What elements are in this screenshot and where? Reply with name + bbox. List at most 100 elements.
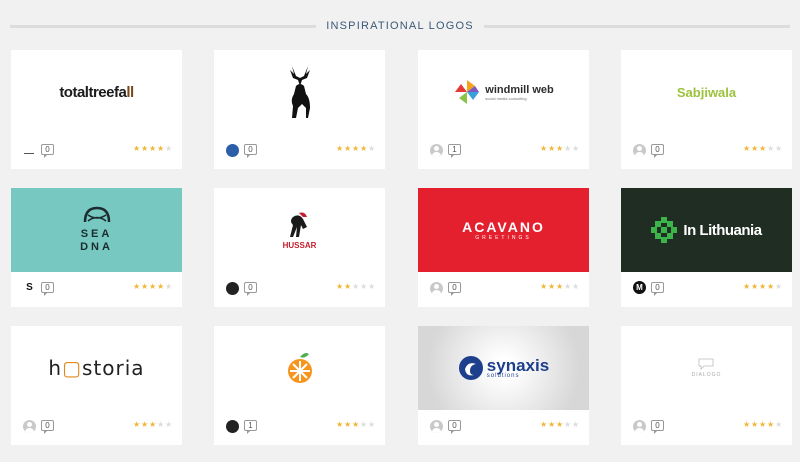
star-icon: ★: [344, 282, 352, 291]
comment-count[interactable]: 0: [448, 282, 461, 296]
logo-card[interactable]: SEA DNA S 0 ★ ★ ★ ★ ★: [11, 188, 182, 307]
star-icon: ★: [548, 420, 556, 429]
comment-count[interactable]: 0: [651, 282, 664, 296]
star-icon: ★: [775, 420, 783, 429]
logo-wordmark: windmill web social media consulting: [453, 78, 554, 106]
logo-thumbnail[interactable]: totaltreefall: [11, 50, 182, 134]
author-avatar[interactable]: [23, 144, 36, 157]
author-avatar[interactable]: [226, 420, 239, 433]
star-icon: ★: [775, 282, 783, 291]
star-rating: ★ ★ ★ ★ ★: [540, 421, 579, 430]
star-icon: ★: [743, 282, 751, 291]
logo-thumbnail[interactable]: [214, 326, 385, 410]
card-meta: 1 ★ ★ ★ ★ ★: [418, 134, 589, 169]
logo-card[interactable]: Sabjiwala 0 ★ ★ ★ ★ ★: [621, 50, 792, 169]
star-icon: ★: [775, 144, 783, 153]
star-icon: ★: [352, 420, 360, 429]
author-avatar[interactable]: [430, 144, 443, 157]
logo-card[interactable]: totaltreefall 0 ★ ★ ★ ★ ★: [11, 50, 182, 169]
author-avatar[interactable]: [23, 420, 36, 433]
header-rule-right: [483, 24, 790, 28]
section-title: INSPIRATIONAL LOGOS: [326, 20, 474, 32]
logo-wordmark: totaltreefall: [59, 83, 134, 101]
logo-thumbnail[interactable]: DIALOGO: [621, 326, 792, 410]
comment-count[interactable]: 1: [244, 420, 257, 434]
star-icon: ★: [540, 282, 548, 291]
star-rating: ★ ★ ★ ★ ★: [743, 283, 782, 292]
logo-card[interactable]: 0 ★ ★ ★ ★ ★: [214, 50, 385, 169]
logo-card[interactable]: In Lithuania M 0 ★ ★ ★ ★ ★: [621, 188, 792, 307]
comment-count[interactable]: 0: [41, 282, 54, 296]
author-avatar[interactable]: [430, 420, 443, 433]
card-meta: 0 ★ ★ ★ ★ ★: [214, 134, 385, 169]
logo-thumbnail[interactable]: synaxis solutions: [418, 326, 589, 410]
star-icon: ★: [556, 144, 564, 153]
swirl-icon: [458, 356, 483, 380]
star-rating: ★ ★ ★ ★ ★: [540, 283, 579, 292]
logo-card[interactable]: DIALOGO 0 ★ ★ ★ ★ ★: [621, 326, 792, 445]
star-icon: ★: [141, 282, 149, 291]
star-icon: ★: [165, 420, 173, 429]
star-icon: ★: [336, 420, 344, 429]
star-icon: ★: [548, 282, 556, 291]
comment-count[interactable]: 0: [244, 282, 257, 296]
logo-thumbnail[interactable]: windmill web social media consulting: [418, 50, 589, 134]
star-icon: ★: [336, 282, 344, 291]
deer-icon: [289, 66, 310, 118]
logo-wordmark: synaxis solutions: [458, 355, 549, 381]
author-avatar[interactable]: [633, 420, 646, 433]
author-avatar[interactable]: [633, 144, 646, 157]
logo-card[interactable]: h▢storia 0 ★ ★ ★ ★ ★: [11, 326, 182, 445]
logo-wordmark: Sabjiwala: [676, 84, 737, 100]
logo-thumbnail[interactable]: HUSSAR: [214, 188, 385, 272]
star-rating: ★ ★ ★ ★ ★: [336, 145, 375, 154]
author-avatar[interactable]: [226, 144, 239, 157]
star-icon: ★: [368, 420, 376, 429]
card-meta: 0 ★ ★ ★ ★ ★: [214, 272, 385, 307]
logo-wordmark: h▢storia: [48, 356, 145, 380]
logo-thumbnail[interactable]: h▢storia: [11, 326, 182, 410]
comment-count[interactable]: 1: [448, 144, 461, 158]
logo-card[interactable]: ACAVANO GREETINGS 0 ★ ★ ★ ★ ★: [418, 188, 589, 307]
card-meta: 0 ★ ★ ★ ★ ★: [11, 410, 182, 445]
logo-card[interactable]: HUSSAR 0 ★ ★ ★ ★ ★: [214, 188, 385, 307]
star-icon: ★: [165, 144, 173, 153]
logo-card[interactable]: windmill web social media consulting 1 ★…: [418, 50, 589, 169]
logo-thumbnail[interactable]: In Lithuania: [621, 188, 792, 272]
logo-thumbnail[interactable]: Sabjiwala: [621, 50, 792, 134]
star-icon: ★: [743, 144, 751, 153]
comment-count[interactable]: 0: [448, 420, 461, 434]
star-icon: ★: [157, 420, 165, 429]
author-avatar[interactable]: S: [23, 281, 36, 294]
star-icon: ★: [133, 144, 141, 153]
logo-card[interactable]: 1 ★ ★ ★ ★ ★: [214, 326, 385, 445]
windmill-icon: [455, 80, 480, 104]
logo-card[interactable]: synaxis solutions 0 ★ ★ ★ ★ ★: [418, 326, 589, 445]
card-meta: 0 ★ ★ ★ ★ ★: [11, 134, 182, 169]
star-icon: ★: [767, 420, 775, 429]
star-icon: ★: [133, 282, 141, 291]
comment-count[interactable]: 0: [244, 144, 257, 158]
author-avatar[interactable]: [226, 282, 239, 295]
comment-count[interactable]: 0: [651, 420, 664, 434]
star-icon: ★: [572, 282, 580, 291]
star-icon: ★: [141, 420, 149, 429]
comment-count[interactable]: 0: [41, 420, 54, 434]
star-icon: ★: [149, 282, 157, 291]
logo-wordmark: HUSSAR: [283, 211, 316, 250]
star-icon: ★: [767, 144, 775, 153]
card-meta: 0 ★ ★ ★ ★ ★: [621, 134, 792, 169]
logo-wordmark: In Lithuania: [651, 217, 762, 243]
comment-count[interactable]: 0: [41, 144, 54, 158]
author-avatar[interactable]: [430, 282, 443, 295]
comment-count[interactable]: 0: [651, 144, 664, 158]
logo-thumbnail[interactable]: SEA DNA: [11, 188, 182, 272]
logo-thumbnail[interactable]: [214, 50, 385, 134]
author-avatar[interactable]: M: [633, 281, 646, 294]
star-icon: ★: [360, 144, 368, 153]
star-icon: ★: [336, 144, 344, 153]
star-icon: ★: [556, 282, 564, 291]
star-icon: ★: [360, 420, 368, 429]
logo-thumbnail[interactable]: ACAVANO GREETINGS: [418, 188, 589, 272]
star-icon: ★: [157, 144, 165, 153]
